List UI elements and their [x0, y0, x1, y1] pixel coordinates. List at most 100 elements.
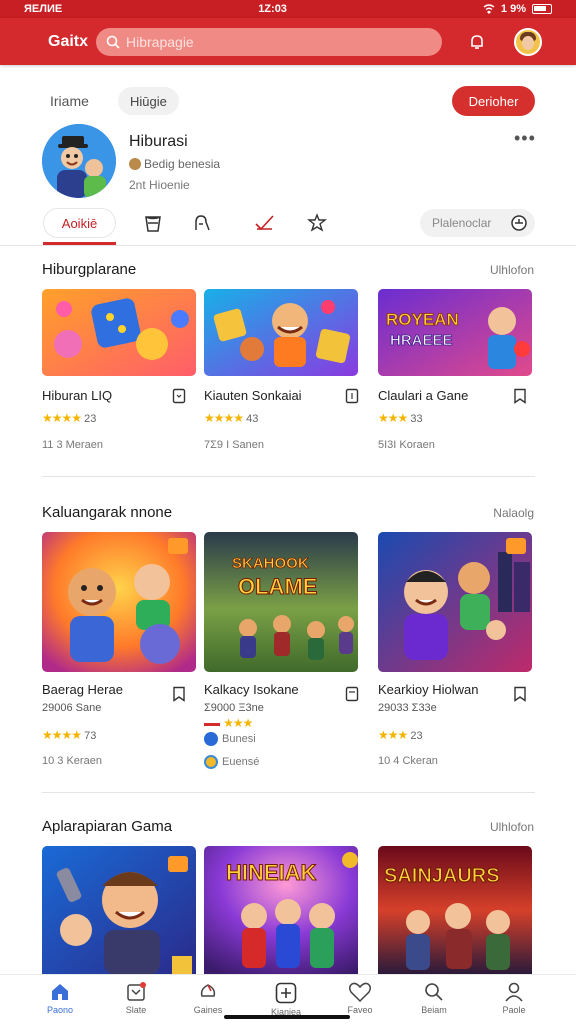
art-title-line1: ROYEAN — [386, 310, 459, 329]
game-art — [42, 289, 196, 376]
nav-favorites[interactable]: Faveo — [330, 981, 390, 1015]
art-title-line2: OLAME — [238, 574, 317, 599]
game-card-image[interactable]: SKAHOOK OLAME — [204, 532, 358, 672]
app-title: Gaitx — [48, 32, 89, 50]
game-card-meta: 11 3 Meraen — [42, 439, 103, 451]
nav-label: Beiam — [421, 1005, 447, 1015]
game-card-title[interactable]: Baerag Herae — [42, 682, 172, 697]
rating-value: 43 — [246, 413, 259, 425]
nav-label: Paono — [46, 1005, 74, 1015]
rating: ★★★★ 73 — [42, 728, 96, 742]
game-art: HINEIAK — [204, 846, 358, 974]
game-card-image[interactable] — [42, 289, 196, 376]
bookmark-icon[interactable] — [345, 686, 359, 702]
nav-profile[interactable]: Paole — [484, 981, 544, 1015]
profile-followers: 2nt Hioenie — [129, 178, 190, 192]
filter-icon — [511, 215, 527, 231]
game-card-image[interactable]: HINEIAK — [204, 846, 358, 974]
nav-slate[interactable]: Slate — [106, 981, 166, 1015]
game-card-title[interactable]: Kearkioy Hiolwan — [378, 682, 508, 697]
art-title-line2: HRAEEE — [390, 332, 453, 349]
game-art — [204, 289, 358, 376]
more-options-icon[interactable]: ••• — [514, 128, 536, 149]
filter-iriame[interactable]: Iriame — [50, 93, 89, 109]
stars-icon: ★★★★ — [42, 728, 82, 742]
profile-subtitle: Bedig benesia — [129, 157, 220, 171]
user-avatar[interactable] — [514, 27, 542, 56]
game-card-image[interactable] — [378, 532, 532, 672]
cup-icon[interactable] — [142, 212, 164, 234]
avatar-face — [522, 35, 534, 50]
art-title-line1: SKAHOOK — [232, 555, 309, 572]
rating: ★★★ 23 — [378, 728, 423, 742]
game-card-title[interactable]: Hiburan LIQ — [42, 388, 172, 403]
home-icon — [52, 984, 68, 1000]
bookmark-icon[interactable] — [345, 388, 359, 404]
bookmark-icon[interactable] — [513, 686, 527, 702]
tab-active[interactable]: Aoikiē — [43, 208, 116, 238]
profile-icon — [505, 982, 523, 1002]
game-art: SAINJAURS — [378, 846, 532, 974]
user-tab-icon[interactable] — [190, 212, 212, 234]
stars-icon: ★★★ — [378, 411, 408, 425]
game-card-image[interactable] — [42, 532, 196, 672]
bell-icon — [471, 34, 483, 49]
filter-chip[interactable]: Hiūgie — [118, 87, 179, 115]
status-time: 1Z:03 — [258, 3, 287, 15]
filter-row: Iriame Hiūgie Derioher — [0, 84, 576, 118]
trend-icon[interactable] — [254, 212, 276, 234]
notification-button[interactable] — [466, 31, 488, 53]
section-title: Kaluangarak nnone — [42, 504, 173, 521]
stars-icon: ★★★ — [378, 728, 408, 742]
profile-subtitle-text: Bedig benesia — [144, 157, 221, 171]
game-card-meta: 10 3 Keraen — [42, 755, 102, 767]
search-icon — [106, 35, 120, 49]
app-bar: Gaitx Hibrapagie — [0, 18, 576, 65]
home-indicator — [224, 1015, 350, 1019]
rating-value: 23 — [410, 730, 423, 742]
bookmark-icon[interactable] — [513, 388, 527, 404]
game-art — [42, 532, 196, 672]
game-card-title[interactable]: Kiauten Sonkaiai — [204, 388, 334, 403]
search-input[interactable]: Hibrapagie — [96, 27, 442, 56]
puzzle-icon[interactable] — [306, 212, 328, 234]
game-card-image[interactable] — [204, 289, 358, 376]
sort-dropdown[interactable]: Plalenoclar — [420, 209, 535, 237]
primary-cta-button[interactable]: Derioher — [452, 86, 535, 116]
status-right: 1 9% — [483, 3, 552, 15]
profile-avatar[interactable] — [42, 124, 116, 198]
stars-icon: ★★★★ — [204, 411, 244, 425]
art-title: SAINJAURS — [384, 865, 500, 887]
game-art — [378, 532, 532, 672]
nav-home[interactable]: Paono — [30, 981, 90, 1015]
nav-label: Gaines — [193, 1005, 223, 1015]
game-icon — [200, 984, 216, 997]
rating: ★★★ 33 — [378, 411, 423, 425]
game-card-image[interactable]: ROYEAN HRAEEE — [378, 289, 532, 376]
rating-value: 23 — [84, 413, 97, 425]
section-see-all[interactable]: Nalaolg — [493, 506, 534, 520]
rating: ★★★ — [204, 716, 253, 730]
game-card-sub: 29006 Sane — [42, 702, 102, 714]
section-divider — [42, 476, 535, 477]
section-see-all[interactable]: Ulhlofon — [490, 820, 534, 834]
bookmark-icon[interactable] — [172, 388, 186, 404]
nav-create[interactable]: Kianiea — [256, 981, 316, 1017]
section-see-all[interactable]: Ulhlofon — [490, 263, 534, 277]
game-card-image[interactable] — [42, 846, 196, 974]
nav-games[interactable]: Gaines — [178, 981, 238, 1015]
profile-avatar-art — [42, 124, 116, 198]
game-card-title[interactable]: Claulari a Gane — [378, 388, 508, 403]
bookmark-icon[interactable] — [172, 686, 186, 702]
game-card-meta: 10 4 Ckeran — [378, 755, 438, 767]
game-card-title[interactable]: Kalkacy Isokane — [204, 682, 334, 697]
stars-icon: ★★★★ — [42, 411, 82, 425]
tab-indicator — [43, 242, 116, 245]
wifi-icon — [483, 4, 495, 14]
game-card-image[interactable]: SAINJAURS — [378, 846, 532, 974]
nav-search[interactable]: Beiam — [404, 981, 464, 1015]
badge-icon — [129, 158, 141, 170]
game-card-sub: Σ9000 Ξ3ne — [204, 702, 264, 714]
game-art: SKAHOOK OLAME — [204, 532, 358, 672]
battery-percent: 1 9% — [500, 3, 526, 15]
